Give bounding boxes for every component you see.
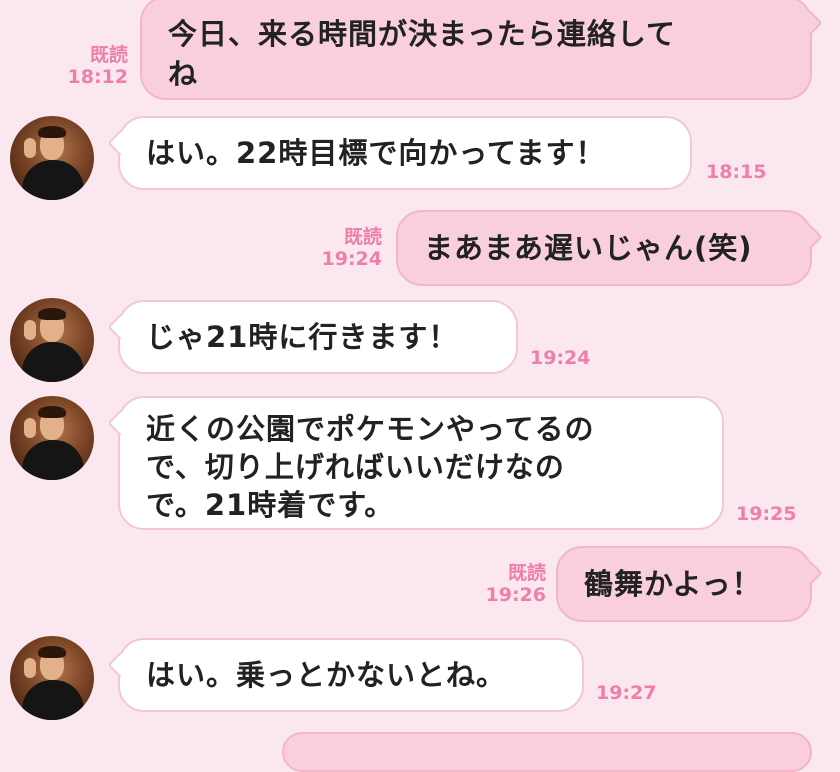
outgoing-message-bubble[interactable]: 今日、来る時間が決まったら連絡して ね — [140, 0, 812, 100]
incoming-message-bubble[interactable]: 近くの公園でポケモンやってるの で、切り上げればいいだけなの で。21時着です。 — [118, 396, 724, 530]
read-receipt: 既読 19:26 — [480, 562, 546, 606]
read-label: 既読 — [507, 562, 546, 584]
message-time: 19:24 — [321, 248, 382, 270]
incoming-message-bubble[interactable]: じゃ21時に行きます！ — [118, 300, 518, 374]
contact-avatar[interactable] — [10, 636, 94, 720]
contact-avatar[interactable] — [10, 298, 94, 382]
outgoing-message-bubble-partial[interactable] — [282, 732, 812, 772]
outgoing-message-bubble[interactable]: まあまあ遅いじゃん(笑) — [396, 210, 812, 286]
read-label: 既読 — [343, 226, 382, 248]
incoming-message-bubble[interactable]: はい。22時目標で向かってます！ — [118, 116, 692, 190]
message-time: 18:12 — [67, 66, 128, 88]
message-time: 19:25 — [736, 503, 797, 525]
incoming-message-bubble[interactable]: はい。乗っとかないとね。 — [118, 638, 584, 712]
read-receipt: 既読 18:12 — [62, 44, 128, 88]
contact-avatar[interactable] — [10, 116, 94, 200]
outgoing-message-bubble[interactable]: 鶴舞かよっ！ — [556, 546, 812, 622]
message-time: 18:15 — [706, 161, 767, 183]
contact-avatar[interactable] — [10, 396, 94, 480]
read-label: 既読 — [89, 44, 128, 66]
read-receipt: 既読 19:24 — [316, 226, 382, 270]
message-time: 19:24 — [530, 347, 591, 369]
message-time: 19:26 — [485, 584, 546, 606]
message-time: 19:27 — [596, 682, 657, 704]
